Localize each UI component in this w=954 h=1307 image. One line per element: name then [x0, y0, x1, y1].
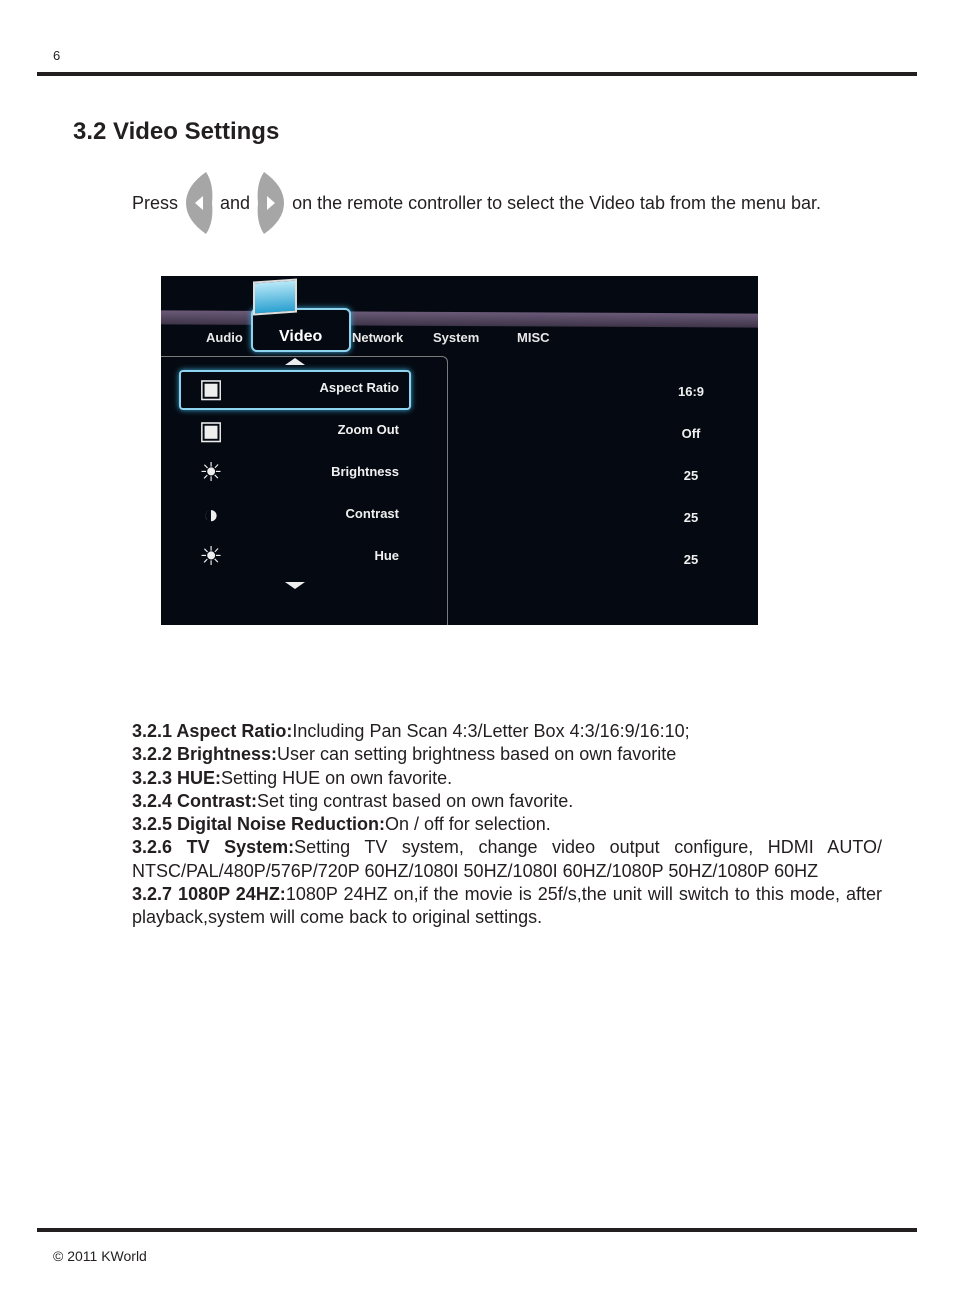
menu-item-zoom-out[interactable]: ▣ Zoom Out — [161, 410, 447, 450]
right-arrow-key-icon — [256, 172, 286, 234]
tab-audio[interactable]: Audio — [206, 330, 243, 345]
tab-system[interactable]: System — [433, 330, 479, 345]
scroll-up-icon[interactable] — [285, 358, 305, 365]
footer-rule — [37, 1228, 917, 1232]
copyright: © 2011 KWorld — [53, 1248, 147, 1264]
contrast-icon: ◑ — [203, 499, 219, 529]
zoom-out-icon: ▣ — [198, 415, 224, 445]
value-zoom-out: Off — [681, 426, 701, 441]
video-menu-screenshot: Video Audio Network System MISC ▣ Aspect… — [161, 276, 758, 625]
menu-item-hue[interactable]: ☀ Hue — [161, 536, 447, 576]
description-item: 3.2.1 Aspect Ratio:Including Pan Scan 4:… — [132, 721, 690, 741]
value-aspect-ratio: 16:9 — [677, 384, 705, 399]
description-item: 3.2.3 HUE:Setting HUE on own favorite. — [132, 767, 453, 788]
header-rule — [37, 72, 917, 76]
sun-icon: ☀ — [199, 457, 223, 487]
tab-misc[interactable]: MISC — [517, 330, 550, 345]
menu-item-contrast[interactable]: ◑ Contrast — [161, 494, 447, 534]
instruction-after: on the remote controller to select the V… — [292, 192, 822, 213]
instruction-middle: and — [220, 192, 251, 213]
section-heading: 3.2 Video Settings — [73, 118, 280, 145]
tab-network[interactable]: Network — [352, 330, 403, 345]
value-hue: 25 — [683, 552, 699, 567]
menu-item-aspect-ratio[interactable]: ▣ Aspect Ratio — [161, 368, 447, 410]
value-brightness: 25 — [683, 468, 699, 483]
value-contrast: 25 — [683, 510, 699, 525]
instruction-before: Press — [132, 192, 179, 213]
instruction-line: Press and on the remote controller to se… — [132, 172, 821, 234]
description-item: 3.2.7 1080P 24HZ:1080P 24HZ on,if the mo… — [132, 884, 882, 928]
tv-monitor-icon — [253, 278, 297, 316]
menu-item-brightness[interactable]: ☀ Brightness — [161, 452, 447, 492]
settings-descriptions: 3.2.1 Aspect Ratio:Including Pan Scan 4:… — [132, 720, 882, 930]
description-item: 3.2.4 Contrast:Set ting contrast based o… — [132, 790, 574, 811]
description-item: 3.2.6 TV System:Setting TV system, chang… — [132, 837, 882, 881]
scroll-down-icon[interactable] — [285, 582, 305, 589]
description-item: 3.2.5 Digital Noise Reduction:On / off f… — [132, 814, 551, 835]
page-number: 6 — [53, 48, 61, 63]
sun-icon: ☀ — [199, 541, 223, 571]
left-arrow-key-icon — [184, 172, 214, 234]
description-item: 3.2.2 Brightness:User can setting bright… — [132, 744, 677, 765]
aspect-ratio-icon: ▣ — [198, 373, 224, 403]
